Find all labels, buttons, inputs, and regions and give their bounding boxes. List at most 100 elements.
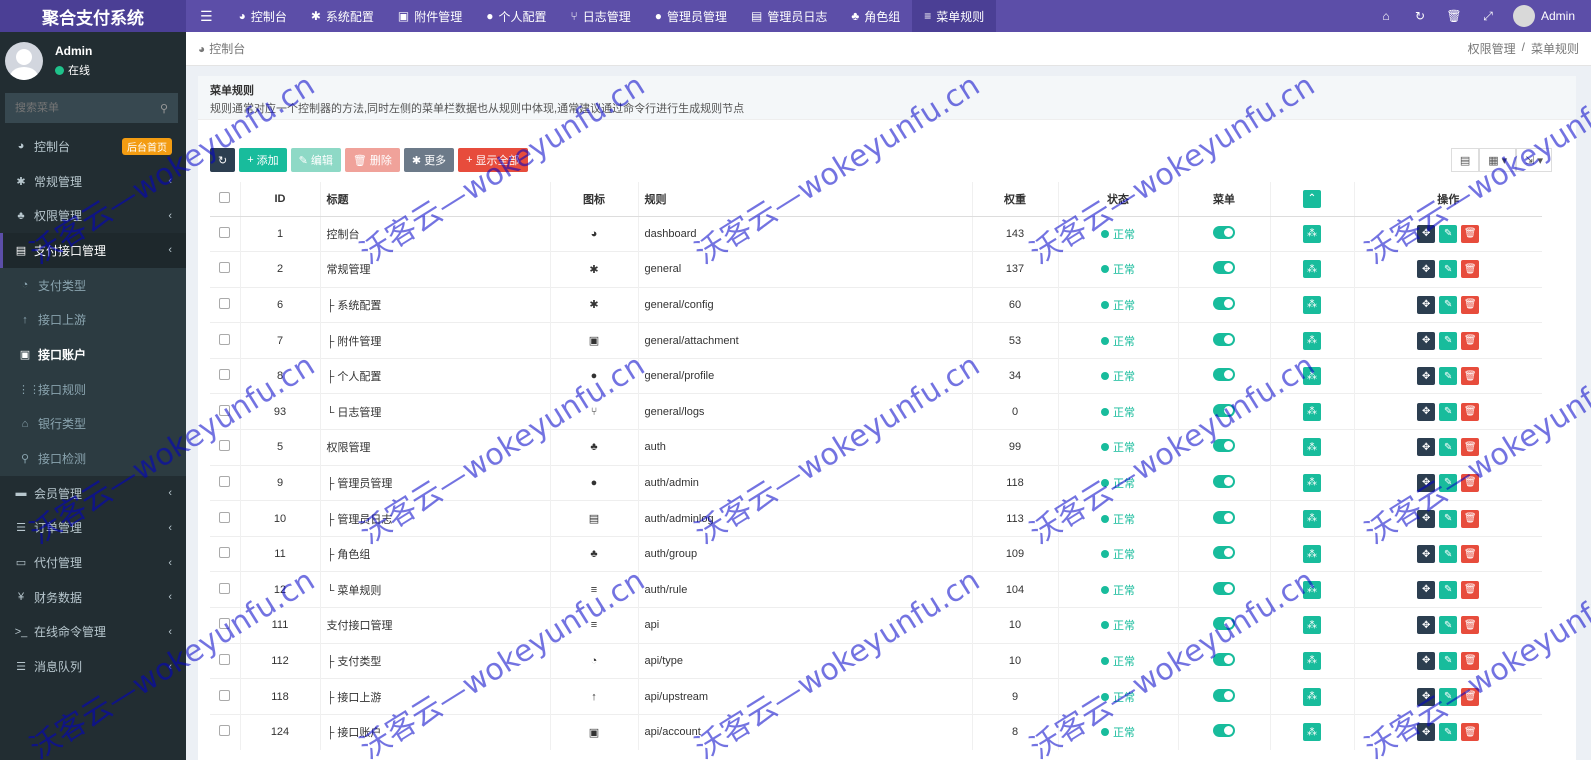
drag-move-icon[interactable]: ✥ <box>1417 509 1436 528</box>
drag-move-icon[interactable]: ✥ <box>1417 402 1436 421</box>
sitemap-icon[interactable]: ⁂ <box>1303 545 1321 564</box>
cell-status[interactable]: 正常 <box>1057 713 1178 750</box>
tab-7[interactable]: ♣ 角色组 <box>839 0 912 32</box>
menu-toggle-switch[interactable] <box>1213 403 1235 417</box>
menu-toggle-switch[interactable] <box>1213 332 1235 346</box>
sidebar-item-0[interactable]: ◕ 控制台 后台首页 <box>0 129 186 164</box>
row-checkbox[interactable] <box>210 607 240 644</box>
select-all-checkbox[interactable] <box>210 182 240 217</box>
table-row[interactable]: 12 └ 菜单规则 ≡ auth/rule 104 正常 ⁂ ✥ ✎ 🗑 <box>210 571 1542 608</box>
delete-trash-icon[interactable]: 🗑 <box>1461 580 1480 599</box>
show-all-button[interactable]: + 显示全部 <box>458 148 528 172</box>
delete-trash-icon[interactable]: 🗑 <box>1461 509 1480 528</box>
edit-pencil-icon[interactable]: ✎ <box>1439 473 1458 492</box>
sidebar-item-15[interactable]: ☰ 消息队列 ‹ <box>0 649 186 684</box>
sidebar-item-14[interactable]: >_ 在线命令管理 ‹ <box>0 615 186 650</box>
menu-toggle-switch[interactable] <box>1213 724 1235 738</box>
breadcrumb-home[interactable]: ◕ 控制台 <box>198 40 245 57</box>
edit-pencil-icon[interactable]: ✎ <box>1439 616 1458 635</box>
edit-pencil-icon[interactable]: ✎ <box>1439 367 1458 386</box>
menu-toggle-switch[interactable] <box>1213 225 1235 239</box>
table-row[interactable]: 2 常规管理 ✱ general 137 正常 ⁂ ✥ ✎ 🗑 <box>210 251 1542 288</box>
row-checkbox[interactable] <box>210 535 240 572</box>
delete-trash-icon[interactable]: 🗑 <box>1461 473 1480 492</box>
cell-status[interactable]: 正常 <box>1057 607 1178 644</box>
cell-status[interactable]: 正常 <box>1057 357 1178 394</box>
delete-trash-icon[interactable]: 🗑 <box>1461 367 1480 386</box>
delete-trash-icon[interactable]: 🗑 <box>1461 224 1480 243</box>
sitemap-icon[interactable]: ⁂ <box>1303 295 1321 314</box>
row-checkbox[interactable] <box>210 500 240 537</box>
edit-pencil-icon[interactable]: ✎ <box>1439 331 1458 350</box>
cell-status[interactable]: 正常 <box>1057 251 1178 288</box>
menu-toggle-switch[interactable] <box>1213 368 1235 382</box>
drag-move-icon[interactable]: ✥ <box>1417 473 1436 492</box>
table-row[interactable]: 8 ├ 个人配置 ● general/profile 34 正常 ⁂ ✥ ✎ 🗑 <box>210 357 1542 394</box>
sidebar-item-1[interactable]: ✱ 常规管理 ‹ <box>0 164 186 199</box>
sitemap-icon[interactable]: ⁂ <box>1303 402 1321 421</box>
sidebar-search-input[interactable] <box>15 102 145 114</box>
row-checkbox[interactable] <box>210 713 240 750</box>
cell-status[interactable]: 正常 <box>1057 571 1178 608</box>
delete-trash-icon[interactable]: 🗑 <box>1461 723 1480 742</box>
brand-logo[interactable]: 聚合支付系统 <box>0 0 186 32</box>
row-checkbox[interactable] <box>210 322 240 359</box>
col-id[interactable]: ID <box>239 182 320 217</box>
table-row[interactable]: 118 ├ 接口上游 ↑ api/upstream 9 正常 ⁂ ✥ ✎ 🗑 <box>210 678 1542 715</box>
table-row[interactable]: 124 ├ 接口账户 ▣ api/account 8 正常 ⁂ ✥ ✎ 🗑 <box>210 713 1542 750</box>
sidebar-item-9[interactable]: ⚲ 接口检测 <box>0 441 186 476</box>
drag-move-icon[interactable]: ✥ <box>1417 438 1436 457</box>
table-row[interactable]: 6 ├ 系统配置 ✱ general/config 60 正常 ⁂ ✥ ✎ 🗑 <box>210 286 1542 323</box>
delete-trash-icon[interactable]: 🗑 <box>1461 331 1480 350</box>
menu-toggle-switch[interactable] <box>1213 439 1235 453</box>
tab-0[interactable]: ◕ 控制台 <box>227 0 299 32</box>
edit-pencil-icon[interactable]: ✎ <box>1439 723 1458 742</box>
delete-trash-icon[interactable]: 🗑 <box>1461 687 1480 706</box>
delete-trash-icon[interactable]: 🗑 <box>1461 295 1480 314</box>
drag-move-icon[interactable]: ✥ <box>1417 260 1436 279</box>
cell-status[interactable]: 正常 <box>1057 642 1178 679</box>
menu-toggle-switch[interactable] <box>1213 617 1235 631</box>
table-row[interactable]: 112 ├ 支付类型 ◔ api/type 10 正常 ⁂ ✥ ✎ 🗑 <box>210 642 1542 679</box>
delete-button[interactable]: 🗑 删除 <box>344 148 400 172</box>
drag-move-icon[interactable]: ✥ <box>1417 687 1436 706</box>
edit-pencil-icon[interactable]: ✎ <box>1439 651 1458 670</box>
refresh-icon[interactable]: ↻ <box>1403 9 1437 23</box>
toggle-view-button[interactable]: ▤ <box>1450 148 1480 172</box>
sitemap-icon[interactable]: ⁂ <box>1303 723 1321 742</box>
sidebar-item-4[interactable]: ◔ 支付类型 <box>0 267 186 303</box>
delete-trash-icon[interactable]: 🗑 <box>1461 402 1480 421</box>
drag-move-icon[interactable]: ✥ <box>1417 331 1436 350</box>
refresh-button[interactable]: ↻ <box>210 148 236 172</box>
sidebar-item-8[interactable]: ⌂ 银行类型 <box>0 406 186 442</box>
fullscreen-icon[interactable]: ⤢ <box>1471 9 1505 24</box>
cell-status[interactable]: 正常 <box>1057 322 1178 359</box>
cell-status[interactable]: 正常 <box>1057 215 1178 252</box>
search-icon[interactable]: ⚲ <box>160 102 168 115</box>
sitemap-icon[interactable]: ⁂ <box>1303 473 1321 492</box>
table-row[interactable]: 10 ├ 管理员日志 ▤ auth/adminlog 113 正常 ⁂ ✥ ✎ 🗑 <box>210 500 1542 537</box>
delete-trash-icon[interactable]: 🗑 <box>1461 616 1480 635</box>
row-checkbox[interactable] <box>210 642 240 679</box>
tab-6[interactable]: ▤ 管理员日志 <box>739 0 839 32</box>
drag-move-icon[interactable]: ✥ <box>1417 367 1436 386</box>
cell-status[interactable]: 正常 <box>1057 535 1178 572</box>
drag-move-icon[interactable]: ✥ <box>1417 651 1436 670</box>
breadcrumb-item[interactable]: 权限管理 <box>1468 40 1516 57</box>
sidebar-item-5[interactable]: ↑ 接口上游 <box>0 302 186 338</box>
menu-toggle-switch[interactable] <box>1213 474 1235 488</box>
sidebar-item-3[interactable]: ▤ 支付接口管理 ‹ <box>0 233 186 268</box>
sitemap-icon[interactable]: ⁂ <box>1303 616 1321 635</box>
cell-status[interactable]: 正常 <box>1057 500 1178 537</box>
tab-4[interactable]: ⑂ 日志管理 <box>559 0 643 32</box>
cell-status[interactable]: 正常 <box>1057 393 1178 430</box>
tab-2[interactable]: ▣ 附件管理 <box>386 0 474 32</box>
menu-toggle-switch[interactable] <box>1213 581 1235 595</box>
edit-pencil-icon[interactable]: ✎ <box>1439 224 1458 243</box>
edit-pencil-icon[interactable]: ✎ <box>1439 260 1458 279</box>
edit-pencil-icon[interactable]: ✎ <box>1439 580 1458 599</box>
more-button[interactable]: ✱ 更多 <box>403 148 455 172</box>
cell-status[interactable]: 正常 <box>1057 429 1178 466</box>
edit-pencil-icon[interactable]: ✎ <box>1439 687 1458 706</box>
drag-move-icon[interactable]: ✥ <box>1417 545 1436 564</box>
